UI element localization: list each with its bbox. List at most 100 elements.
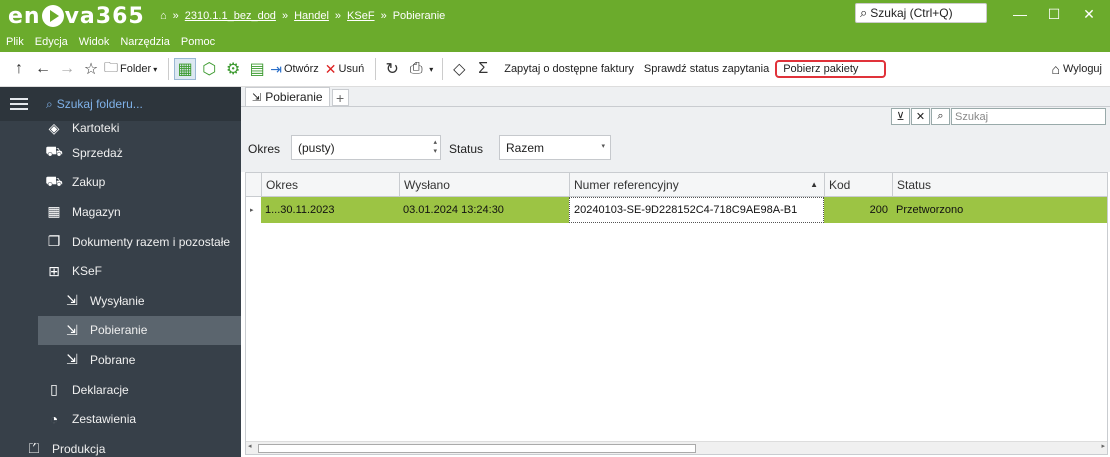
sidebar-item-label: Zakup — [72, 175, 106, 190]
sidebar-item-zestawienia[interactable]: ◔ Zestawienia — [0, 404, 241, 434]
menu-widok[interactable]: Widok — [79, 36, 110, 48]
row-indicator-icon: ▸ — [246, 197, 261, 223]
toolbar: ↑ ← → ☆ 🗀 Folder ▾ ▦ ⬡ ⚙ ▤ ⇥ Otwórz ✕ Us… — [0, 52, 1110, 87]
sidebar-item-pobrane[interactable]: ⇲ Pobrane — [0, 345, 241, 375]
table-row[interactable]: ▸ 1...30.11.2023 03.01.2024 13:24:30 202… — [246, 197, 1107, 223]
main-area: ⇲ Pobieranie + ⊻ ✕ ⌕ Szukaj Okres (pusty… — [241, 87, 1110, 457]
print-icon[interactable]: ⎙ — [405, 58, 427, 80]
folder-search-placeholder: Szukaj folderu... — [56, 97, 143, 111]
okres-label: Okres — [248, 142, 281, 156]
arrow-right-icon[interactable]: → — [56, 58, 78, 80]
horizontal-scrollbar[interactable]: ◂ ▸ — [246, 441, 1107, 454]
hamburger-icon[interactable] — [10, 95, 28, 113]
grid-search-input[interactable]: Szukaj — [951, 108, 1106, 125]
wyloguj-button[interactable]: ⌂ Wyloguj — [1052, 61, 1103, 77]
dropdown-icon: ▾ — [153, 64, 158, 74]
sidebar-item-pobieranie[interactable]: ⇲ Pobieranie — [38, 315, 241, 346]
okres-select[interactable]: (pusty) ▴ ▾ — [291, 135, 441, 160]
table-view-icon[interactable]: ▦ — [174, 58, 197, 80]
breadcrumb: ⌂ » 2310.1.1_bez_dod » Handel » KSeF » P… — [160, 10, 445, 22]
sidebar-item-produkcja[interactable]: ⏍ Produkcja — [0, 434, 241, 457]
zapytaj-button[interactable]: Zapytaj o dostępne faktury — [504, 63, 634, 75]
column-header-wyslano[interactable]: Wysłano — [399, 173, 569, 196]
menu-edycja[interactable]: Edycja — [35, 36, 68, 48]
status-label: Status — [449, 142, 484, 156]
scroll-left-icon[interactable]: ◂ — [248, 442, 252, 450]
sprawdz-status-button[interactable]: Sprawdź status zapytania — [644, 63, 769, 75]
sidebar-item-kartoteki[interactable]: ◈ Kartoteki — [0, 118, 241, 138]
folder-search-input[interactable]: ⌕ Szukaj folderu... — [46, 97, 143, 112]
folder-button[interactable]: 🗀 Folder ▾ — [104, 57, 157, 81]
breadcrumb-item-database[interactable]: 2310.1.1_bez_dod — [185, 10, 276, 22]
sidebar-item-magazyn[interactable]: ▦ Magazyn — [0, 197, 241, 227]
folder-icon: 🗀 — [104, 59, 118, 75]
sort-asc-icon: ▲ — [810, 180, 818, 189]
add-tab-button[interactable]: + — [331, 89, 349, 106]
tab-label: Pobieranie — [265, 90, 323, 104]
otworz-button[interactable]: ⇥ Otwórz — [270, 61, 319, 78]
sidebar-item-label: KSeF — [72, 264, 103, 279]
filter-clear-icon[interactable]: ⊻ — [891, 108, 910, 125]
sidebar-item-wysylanie[interactable]: ⇲ Wysyłanie — [0, 286, 241, 316]
document-arrow-icon: ⇲ — [252, 91, 262, 104]
sidebar-item-label: Dokumenty razem i pozostałe — [72, 234, 231, 249]
report-icon: ◔ — [49, 411, 59, 428]
cell-numer-referencyjny[interactable]: 20240103-SE-9D228152C4-718C9AE98A-B1 — [569, 197, 824, 223]
usun-label: Usuń — [338, 63, 365, 75]
maximize-icon[interactable]: ☐ — [1044, 6, 1064, 23]
menu-narzedzia[interactable]: Narzędzia — [120, 36, 170, 48]
sidebar-item-label: Sprzedaż — [72, 145, 123, 160]
refresh-icon[interactable]: ↻ — [381, 58, 403, 80]
sidebar-item-sprzedaz[interactable]: ⛟ Sprzedaż — [0, 138, 241, 168]
sidebar-item-dokumenty[interactable]: ❐ Dokumenty razem i pozostałe — [0, 227, 241, 257]
menu-pomoc[interactable]: Pomoc — [181, 36, 215, 48]
print-dropdown-icon[interactable]: ▾ — [429, 65, 433, 74]
breadcrumb-item-handel[interactable]: Handel — [294, 10, 329, 22]
document-settings-icon[interactable]: ▤ — [246, 58, 268, 80]
cell-kod[interactable]: 200 — [824, 197, 892, 223]
sidebar-item-label: Produkcja — [52, 441, 106, 456]
tab-pobieranie[interactable]: ⇲ Pobieranie — [245, 87, 330, 106]
arrow-up-icon[interactable]: ↑ — [8, 58, 30, 80]
column-header-kod[interactable]: Kod — [824, 173, 892, 196]
tag-icon[interactable]: ⬡ — [198, 58, 220, 80]
sum-icon[interactable]: Σ — [472, 58, 494, 80]
sidebar-search[interactable]: ⌕ Szukaj folderu... — [0, 87, 241, 121]
arrow-left-icon[interactable]: ← — [32, 58, 54, 80]
breadcrumb-item-ksef[interactable]: KSeF — [347, 10, 375, 22]
column-header-numer[interactable]: Numer referencyjny ▲ — [569, 173, 824, 196]
cell-wyslano[interactable]: 03.01.2024 13:24:30 — [399, 197, 569, 223]
filter-settings-icon[interactable]: ⚙ — [222, 58, 244, 80]
sidebar-item-ksef[interactable]: ⊞ KSeF — [0, 256, 241, 286]
scrollbar-thumb[interactable] — [258, 444, 696, 453]
search-options-icon[interactable]: ⌕ — [931, 108, 950, 125]
column-header-status[interactable]: Status — [892, 173, 1107, 196]
minimize-icon[interactable]: — — [1010, 6, 1030, 22]
scroll-right-icon[interactable]: ▸ — [1101, 442, 1105, 450]
grid-header: Okres Wysłano Numer referencyjny ▲ Kod S… — [246, 173, 1107, 197]
close-icon[interactable]: ✕ — [911, 108, 930, 125]
usun-button[interactable]: ✕ Usuń — [325, 61, 364, 78]
sidebar-item-zakup[interactable]: ⛟ Zakup — [0, 168, 241, 198]
title-bar: en va365 ⌂ » 2310.1.1_bez_dod » Handel »… — [0, 0, 1110, 32]
app-logo: en va365 — [8, 4, 148, 29]
sidebar-item-deklaracje[interactable]: ▯ Deklaracje — [0, 375, 241, 405]
status-select[interactable]: Razem ▾ — [499, 135, 611, 160]
chevron-down-icon: ▾ — [601, 143, 605, 150]
star-icon[interactable]: ☆ — [80, 58, 102, 80]
menu-plik[interactable]: Plik — [6, 36, 24, 48]
sidebar-item-label: Zestawienia — [72, 412, 137, 427]
home-icon[interactable]: ⌂ — [160, 10, 167, 22]
global-search-input[interactable]: ⌕ Szukaj (Ctrl+Q) — [855, 3, 987, 23]
cart-out-icon: ⛟ — [45, 143, 63, 160]
pobierz-pakiety-button[interactable]: Pobierz pakiety — [775, 60, 887, 78]
document-arrow-icon: ⇲ — [66, 292, 78, 309]
documents-icon: ❐ — [47, 233, 61, 250]
label-icon[interactable]: ◇ — [448, 58, 470, 80]
data-grid: Okres Wysłano Numer referencyjny ▲ Kod S… — [245, 172, 1108, 455]
spinner-icon[interactable]: ▴ ▾ — [433, 138, 437, 156]
close-icon[interactable]: ✕ — [1079, 6, 1099, 23]
cell-okres[interactable]: 1...30.11.2023 — [261, 197, 399, 223]
column-header-okres[interactable]: Okres — [261, 173, 399, 196]
cell-status[interactable]: Przetworzono — [892, 197, 1107, 223]
